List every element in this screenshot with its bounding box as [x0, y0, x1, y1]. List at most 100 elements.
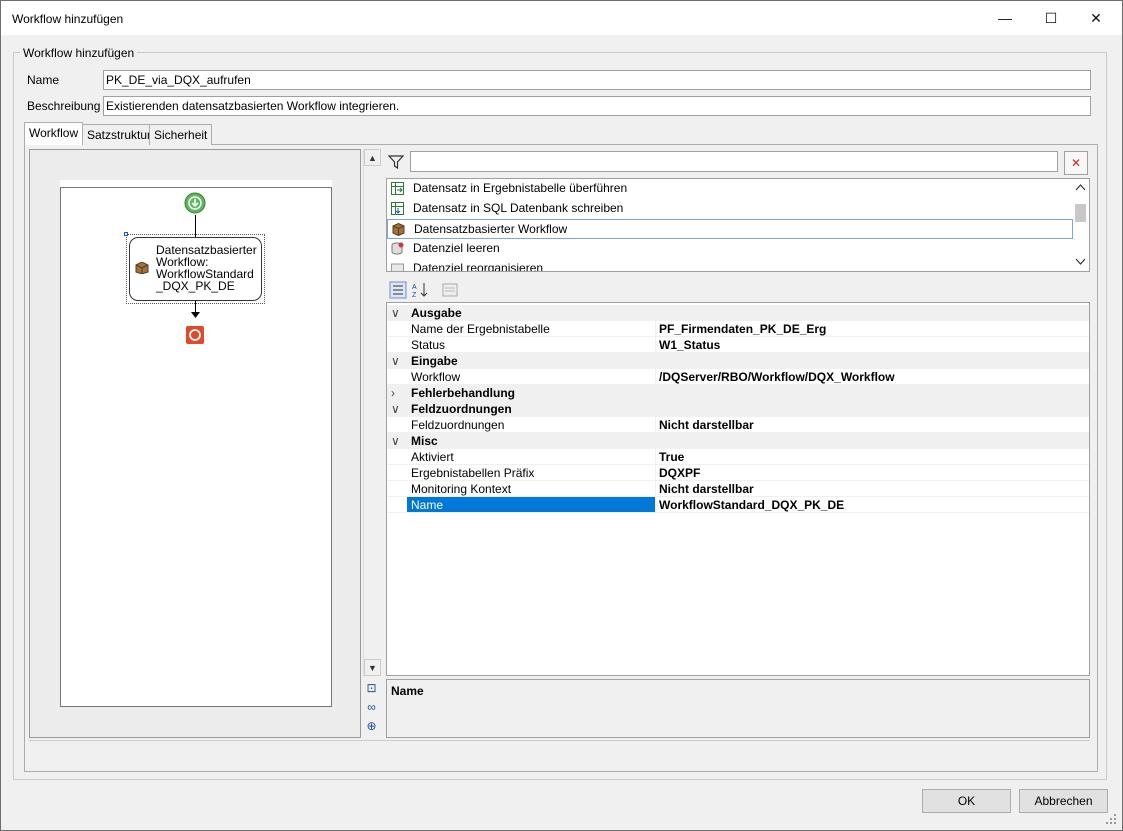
list-item[interactable]: Datenziel leeren [387, 239, 1073, 259]
group-label: Workflow hinzufügen [20, 46, 138, 60]
property-row[interactable]: Aktiviert True [387, 449, 1089, 465]
filter-icon [388, 155, 404, 170]
description-label: Beschreibung [27, 99, 101, 113]
list-item[interactable]: Datensatz in SQL Datenbank schreiben [387, 199, 1073, 219]
database-clear-icon [391, 242, 404, 255]
expand-toggle-icon[interactable]: ∨ [391, 306, 403, 320]
maximize-button[interactable]: ☐ [1028, 1, 1074, 35]
property-row-selected[interactable]: Name WorkflowStandard_DQX_PK_DE [387, 497, 1089, 513]
category-label: Ausgabe [411, 306, 462, 320]
property-category[interactable]: ∨ Feldzuordnungen [387, 401, 1089, 417]
column-divider [655, 369, 656, 385]
list-item-label: Datensatz in SQL Datenbank schreiben [413, 201, 624, 215]
category-label: Fehlerbehandlung [411, 386, 516, 400]
expand-toggle-icon[interactable]: ∨ [391, 434, 403, 448]
property-category[interactable]: › Fehlerbehandlung [387, 385, 1089, 401]
status-bar [29, 740, 1090, 767]
arrow-down-icon [191, 312, 200, 318]
categorized-view-button[interactable] [388, 280, 408, 300]
sql-write-icon [391, 202, 404, 215]
list-item-label: Datensatzbasierter Workflow [414, 222, 568, 236]
column-divider [655, 497, 656, 513]
svg-text:Z: Z [412, 292, 417, 299]
scroll-up-button[interactable]: ▲ [364, 149, 381, 166]
list-item-label: Datensatz in Ergebnistabelle überführen [413, 181, 628, 195]
list-item[interactable]: Datenziel reorganisieren [387, 259, 1073, 272]
description-input[interactable]: Existierenden datensatzbasierten Workflo… [103, 96, 1091, 116]
expand-toggle-icon[interactable]: › [391, 386, 403, 400]
cancel-button[interactable]: Abbrechen [1019, 789, 1108, 813]
title-bar: Workflow hinzufügen — ☐ ✕ [1, 1, 1122, 35]
list-item-selected[interactable]: Datensatzbasierter Workflow [387, 219, 1073, 239]
tab-satzstruktur[interactable]: Satzstruktur [82, 124, 157, 145]
tab-sicherheit[interactable]: Sicherheit [149, 124, 213, 145]
property-category[interactable]: ∨ Ausgabe [387, 305, 1089, 321]
tab-workflow[interactable]: Workflow [24, 122, 84, 145]
list-item-label: Datenziel leeren [413, 241, 500, 255]
categorized-icon [389, 281, 407, 299]
window-title: Workflow hinzufügen [12, 12, 124, 26]
property-value[interactable]: DQXPF [659, 466, 700, 480]
property-row[interactable]: Feldzuordnungen Nicht darstellbar [387, 417, 1089, 433]
list-item[interactable]: Datensatz in Ergebnistabelle überführen [387, 179, 1073, 199]
expand-toggle-icon[interactable]: ∨ [391, 402, 403, 416]
category-label: Eingabe [411, 354, 458, 368]
designer-scrollbar[interactable]: ▲ ▼ [363, 149, 381, 677]
property-value[interactable]: True [659, 450, 684, 464]
expand-toggle-icon[interactable]: ∨ [391, 354, 403, 368]
property-value[interactable]: WorkflowStandard_DQX_PK_DE [659, 498, 844, 512]
database-reorg-icon [391, 263, 404, 271]
binoculars-icon[interactable]: ∞ [363, 698, 380, 715]
property-value[interactable]: Nicht darstellbar [659, 482, 754, 496]
ok-button[interactable]: OK [922, 789, 1011, 813]
close-button[interactable]: ✕ [1073, 1, 1119, 35]
start-icon[interactable] [183, 191, 207, 215]
property-category[interactable]: ∨ Misc [387, 433, 1089, 449]
table-transfer-icon [391, 182, 404, 195]
canvas-header [60, 180, 332, 188]
toolbox-filter-input[interactable] [410, 151, 1058, 172]
scroll-down-button[interactable]: ▼ [364, 659, 381, 676]
property-row[interactable]: Workflow/DQServer/RBO/Workflow/DQX_Workf… [387, 369, 1089, 385]
toolbox-scrollbar[interactable] [1072, 179, 1089, 271]
property-description: Name [386, 679, 1090, 738]
property-value[interactable]: /DQServer/RBO/Workflow/DQX_Workflow [659, 370, 895, 384]
list-item-label: Datenziel reorganisieren [413, 261, 544, 272]
designer-tools: ⊡ ∞ ⊕ [363, 679, 380, 739]
column-divider [655, 321, 656, 337]
zoom-page-icon[interactable]: ⊡ [363, 679, 380, 696]
selection-grip[interactable] [124, 232, 128, 236]
clear-filter-button[interactable]: ✕ [1064, 151, 1088, 175]
alphabetical-view-button[interactable]: AZ [410, 280, 430, 300]
end-icon[interactable] [186, 326, 204, 344]
property-row[interactable]: Ergebnistabellen Präfix DQXPF [387, 465, 1089, 481]
toolbox-list[interactable]: Datensatz in Ergebnistabelle überführen … [386, 178, 1090, 272]
property-category[interactable]: ∨ Eingabe [387, 353, 1089, 369]
column-divider [655, 417, 656, 433]
column-divider [655, 481, 656, 497]
workflow-node-label: Datensatzbasierter Workflow: WorkflowSta… [156, 243, 257, 293]
package-icon [392, 223, 405, 236]
property-value[interactable]: PF_Firmendaten_PK_DE_Erg [659, 322, 826, 336]
minimize-button[interactable]: — [982, 1, 1028, 35]
svg-text:A: A [412, 284, 417, 291]
property-row[interactable]: Name der Ergebnistabelle PF_Firmendaten_P… [387, 321, 1089, 337]
column-divider [655, 465, 656, 481]
property-value[interactable]: Nicht darstellbar [659, 418, 754, 432]
clear-icon: ✕ [1070, 156, 1082, 170]
category-label: Feldzuordnungen [411, 402, 512, 416]
category-label: Misc [411, 434, 438, 448]
sort-az-icon: AZ [412, 283, 428, 299]
property-value[interactable]: W1_Status [659, 338, 720, 352]
resize-grip-icon[interactable] [1104, 812, 1118, 826]
name-input[interactable]: PK_DE_via_DQX_aufrufen [103, 70, 1091, 90]
pan-icon[interactable]: ⊕ [363, 717, 380, 734]
property-row[interactable]: Monitoring Kontext Nicht darstellbar [387, 481, 1089, 497]
description-title: Name [391, 684, 424, 698]
property-pages-button[interactable] [440, 280, 460, 300]
property-row[interactable]: Status W1_Status [387, 337, 1089, 353]
name-label: Name [27, 73, 60, 87]
column-divider [655, 337, 656, 353]
property-grid[interactable]: ∨ Ausgabe Name der Ergebnistabelle PF_Firme… [386, 302, 1090, 676]
package-icon [135, 262, 149, 274]
